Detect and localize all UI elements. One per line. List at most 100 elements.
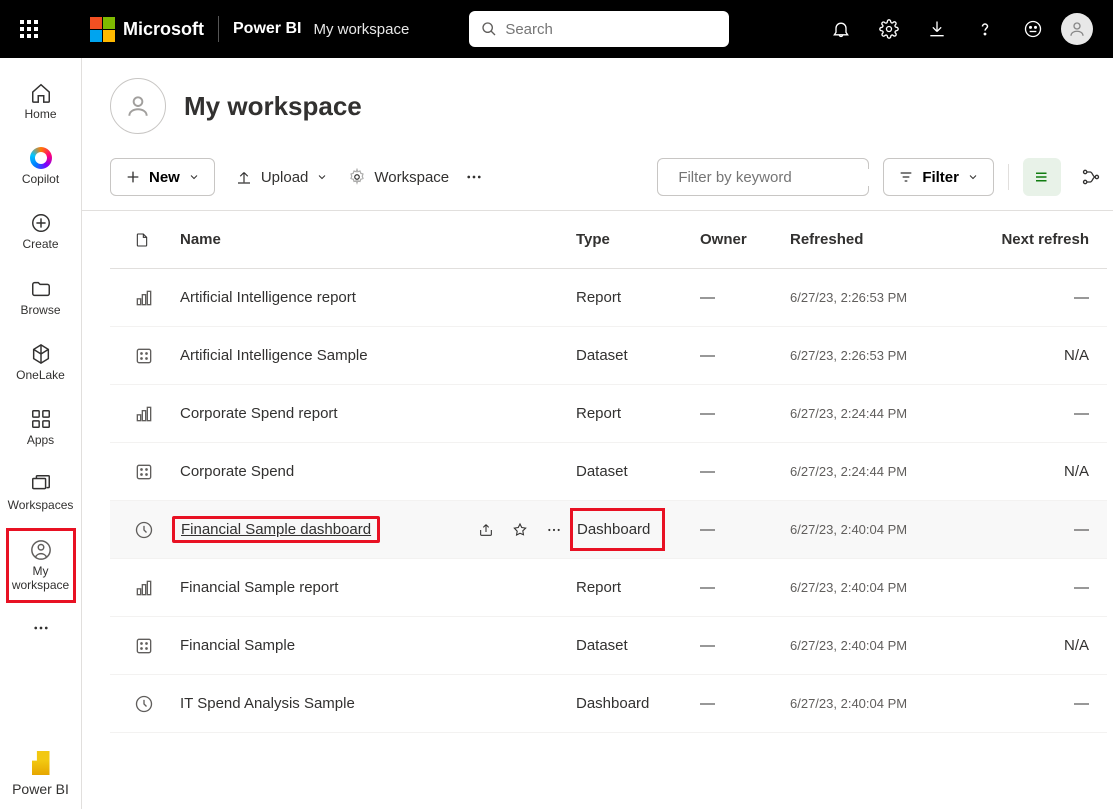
col-type-header[interactable]: Type [576, 231, 700, 248]
new-button[interactable]: New [110, 158, 215, 196]
row-type-icon [110, 636, 180, 656]
row-name[interactable]: Artificial Intelligence report [180, 289, 576, 306]
row-type: Dataset [576, 347, 700, 364]
row-owner: — [700, 695, 790, 712]
global-search[interactable] [469, 11, 729, 47]
gear-icon [348, 168, 366, 186]
row-type: Dashboard [576, 521, 700, 538]
nav-browse-label: Browse [20, 304, 60, 317]
chevron-down-icon [967, 171, 979, 183]
row-name[interactable]: Financial Sample report [180, 579, 576, 596]
row-name[interactable]: Corporate Spend report [180, 405, 576, 422]
toolbar: New Upload Workspace Filter [110, 158, 1107, 196]
toolbar-more-icon[interactable] [465, 168, 483, 186]
table-row[interactable]: Financial Sample Dataset — 6/27/23, 2:40… [110, 617, 1107, 675]
row-refreshed: 6/27/23, 2:40:04 PM [790, 522, 970, 537]
col-name-header[interactable]: Name [180, 231, 576, 248]
row-type-icon [110, 404, 180, 424]
search-input[interactable] [505, 21, 717, 38]
more-icon[interactable] [546, 522, 562, 538]
row-refreshed: 6/27/23, 2:40:04 PM [790, 638, 970, 653]
nav-home-label: Home [24, 108, 56, 121]
row-refreshed: 6/27/23, 2:24:44 PM [790, 464, 970, 479]
row-type: Dashboard [576, 695, 700, 712]
product-label[interactable]: Power BI [233, 20, 301, 38]
nav-create[interactable]: Create [6, 202, 76, 261]
download-icon[interactable] [917, 9, 957, 49]
nav-my-workspace-label: My workspace [11, 565, 71, 591]
nav-footer[interactable]: Power BI [12, 751, 69, 797]
new-button-label: New [149, 169, 180, 186]
nav-apps[interactable]: Apps [6, 398, 76, 457]
row-owner: — [700, 289, 790, 306]
nav-workspaces[interactable]: Workspaces [6, 463, 76, 522]
microsoft-label: Microsoft [123, 19, 204, 40]
table-row[interactable]: Financial Sample report Report — 6/27/23… [110, 559, 1107, 617]
row-name[interactable]: Financial Sample dashboard [180, 516, 576, 543]
row-next-refresh: N/A [970, 347, 1107, 364]
row-type: Report [576, 579, 700, 596]
col-next-header[interactable]: Next refresh [970, 231, 1107, 248]
table-row[interactable]: Artificial Intelligence Sample Dataset —… [110, 327, 1107, 385]
row-type-icon [110, 520, 180, 540]
breadcrumb[interactable]: My workspace [313, 21, 409, 38]
nav-my-workspace[interactable]: My workspace [6, 528, 76, 602]
row-refreshed: 6/27/23, 2:26:53 PM [790, 348, 970, 363]
nav-create-label: Create [22, 238, 58, 251]
workspace-settings-button[interactable]: Workspace [348, 168, 449, 186]
filter-button[interactable]: Filter [883, 158, 994, 196]
notifications-icon[interactable] [821, 9, 861, 49]
col-owner-header[interactable]: Owner [700, 231, 790, 248]
star-icon[interactable] [512, 522, 528, 538]
top-header: Microsoft Power BI My workspace [0, 0, 1113, 58]
workspace-title: My workspace [184, 91, 362, 122]
nav-copilot-label: Copilot [22, 173, 59, 186]
powerbi-icon [32, 751, 50, 775]
table-row[interactable]: Financial Sample dashboard Dashboard — 6… [110, 501, 1107, 559]
list-view-button[interactable] [1023, 158, 1061, 196]
table-row[interactable]: Artificial Intelligence report Report — … [110, 269, 1107, 327]
nav-home[interactable]: Home [6, 72, 76, 131]
row-next-refresh: — [970, 289, 1107, 306]
row-name[interactable]: Corporate Spend [180, 463, 576, 480]
row-type-icon [110, 288, 180, 308]
plus-icon [125, 169, 141, 185]
app-launcher-icon[interactable] [8, 8, 50, 50]
row-name[interactable]: Financial Sample [180, 637, 576, 654]
upload-icon [235, 168, 253, 186]
table-row[interactable]: Corporate Spend report Report — 6/27/23,… [110, 385, 1107, 443]
row-owner: — [700, 347, 790, 364]
nav-apps-label: Apps [27, 434, 54, 447]
row-owner: — [700, 463, 790, 480]
workspace-header: My workspace [110, 78, 1107, 134]
copilot-icon [30, 147, 52, 169]
filter-keyword-input[interactable] [678, 169, 877, 186]
table-row[interactable]: IT Spend Analysis Sample Dashboard — 6/2… [110, 675, 1107, 733]
row-type: Report [576, 289, 700, 306]
feedback-icon[interactable] [1013, 9, 1053, 49]
col-refreshed-header[interactable]: Refreshed [790, 231, 970, 248]
table-row[interactable]: Corporate Spend Dataset — 6/27/23, 2:24:… [110, 443, 1107, 501]
workspace-settings-label: Workspace [374, 169, 449, 186]
header-actions [821, 9, 1105, 49]
row-type: Dataset [576, 637, 700, 654]
share-icon[interactable] [478, 522, 494, 538]
upload-button[interactable]: Upload [235, 168, 329, 186]
lineage-view-button[interactable] [1075, 161, 1107, 193]
main-content: My workspace New Upload Workspace [82, 58, 1113, 809]
nav-copilot[interactable]: Copilot [6, 137, 76, 196]
separator [1008, 164, 1009, 190]
user-avatar[interactable] [1061, 13, 1093, 45]
settings-icon[interactable] [869, 9, 909, 49]
nav-onelake-label: OneLake [16, 369, 65, 382]
nav-browse[interactable]: Browse [6, 268, 76, 327]
row-next-refresh: N/A [970, 463, 1107, 480]
help-icon[interactable] [965, 9, 1005, 49]
nav-onelake[interactable]: OneLake [6, 333, 76, 392]
microsoft-logo[interactable]: Microsoft [90, 17, 204, 42]
workspace-avatar [110, 78, 166, 134]
row-name[interactable]: IT Spend Analysis Sample [180, 695, 576, 712]
row-name[interactable]: Artificial Intelligence Sample [180, 347, 576, 364]
col-icon-header[interactable] [110, 231, 180, 249]
nav-more-icon[interactable] [21, 613, 61, 643]
